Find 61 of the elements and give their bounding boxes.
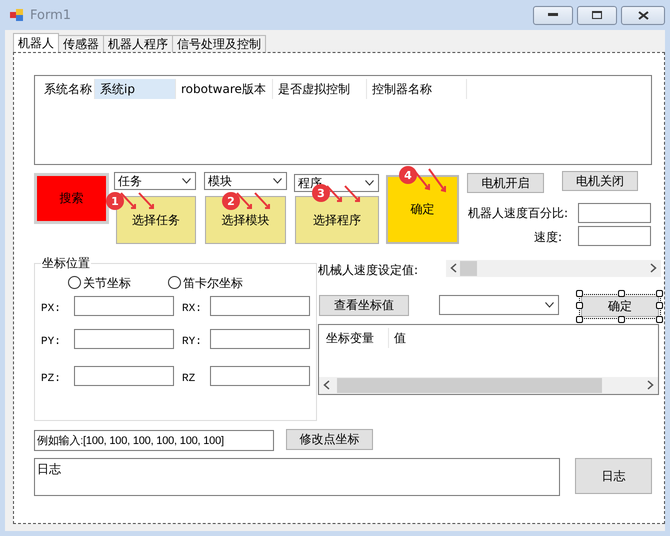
field-label: PZ:: [41, 373, 61, 385]
caret-icon: [365, 180, 374, 186]
dropdown[interactable]: 模块: [204, 172, 287, 190]
input-field[interactable]: [74, 366, 174, 386]
input-field[interactable]: [74, 329, 174, 349]
field-label: RY:: [182, 336, 202, 348]
tab[interactable]: 信号处理及控制: [172, 35, 266, 52]
resize-handle[interactable]: [618, 290, 625, 297]
speed-label: 机器人速度百分比:: [468, 205, 568, 222]
input-field[interactable]: [210, 329, 310, 349]
search-button[interactable]: 搜索: [34, 173, 109, 224]
close-button[interactable]: [621, 6, 665, 24]
motor-button[interactable]: 电机关闭: [562, 171, 638, 191]
log-button[interactable]: 日志: [575, 458, 652, 494]
scroll-bar[interactable]: [446, 260, 661, 277]
column-header[interactable]: 系统ip: [95, 79, 176, 99]
input-field[interactable]: [210, 296, 310, 316]
group-title: 坐标位置: [41, 255, 91, 272]
tab[interactable]: 机器人: [13, 33, 59, 52]
speed-label: 速度:: [534, 229, 562, 246]
arrows-icon: [325, 184, 363, 204]
select-button[interactable]: 选择程序: [295, 196, 379, 244]
speed-setting-label: 机械人速度设定值:: [318, 262, 418, 279]
dropdown[interactable]: [439, 295, 559, 315]
field-label: RZ: [182, 373, 196, 385]
input-field[interactable]: [578, 226, 651, 246]
field-label: RX:: [182, 303, 202, 315]
log-box[interactable]: 日志: [34, 458, 560, 496]
arrows-icon: [235, 191, 273, 211]
input-field[interactable]: [74, 296, 174, 316]
close-icon: [638, 10, 648, 20]
minimize-button[interactable]: [533, 6, 573, 24]
example-input[interactable]: 例如输入:[100, 100, 100, 100, 100, 100]: [34, 430, 274, 451]
maximize-icon: [592, 11, 602, 19]
field-label: PY:: [41, 336, 61, 348]
dropdown[interactable]: 任务: [114, 172, 196, 190]
motor-button[interactable]: 电机开启: [467, 173, 544, 193]
radio-label: 笛卡尔坐标: [183, 275, 243, 292]
step-badge: 4: [399, 166, 417, 184]
resize-handle[interactable]: [618, 316, 625, 323]
caret-icon: [273, 178, 282, 184]
tab[interactable]: 传感器: [58, 35, 104, 52]
tab[interactable]: 机器人程序: [103, 35, 173, 52]
view-coordinates-button[interactable]: 查看坐标值: [319, 295, 409, 316]
field-label: PX:: [41, 303, 61, 315]
caret-icon: [545, 302, 554, 308]
caret-icon: [182, 178, 191, 184]
ok-button[interactable]: 确定: [581, 296, 659, 317]
arrows-icon: [119, 191, 157, 211]
input-field[interactable]: [578, 203, 651, 223]
modify-coordinates-button[interactable]: 修改点坐标: [286, 429, 373, 450]
maximize-button[interactable]: [577, 6, 617, 24]
window-title: Form1: [30, 8, 72, 22]
app-icon: [10, 8, 24, 22]
input-field[interactable]: [210, 366, 310, 386]
radio-button[interactable]: [68, 276, 81, 289]
radio-button[interactable]: [168, 276, 181, 289]
radio-label: 关节坐标: [83, 275, 131, 292]
step-badge: 2: [222, 192, 240, 210]
scroll-bar[interactable]: [319, 377, 658, 394]
minimize-icon: [548, 13, 558, 17]
